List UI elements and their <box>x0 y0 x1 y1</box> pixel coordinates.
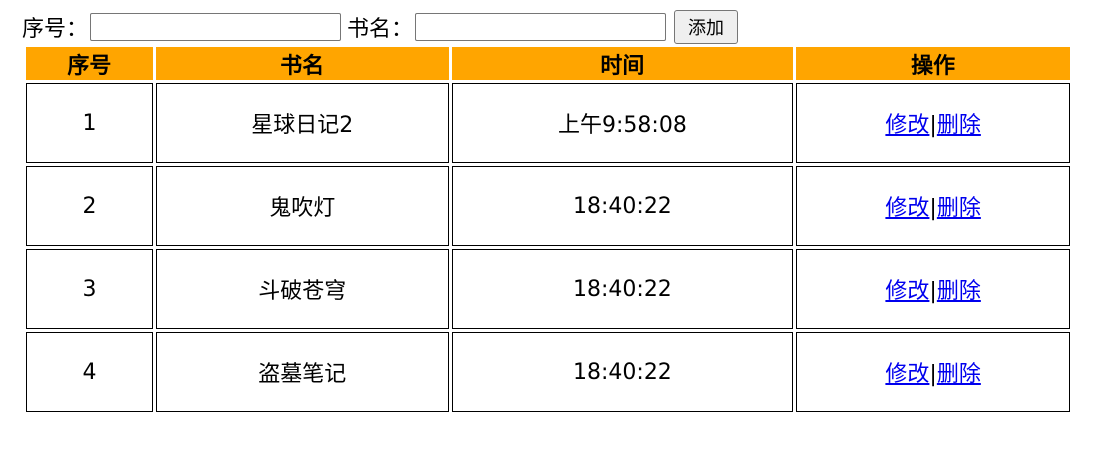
header-actions: 操作 <box>796 47 1070 80</box>
cell-index: 3 <box>26 249 153 329</box>
cell-actions: 修改|删除 <box>796 249 1070 329</box>
delete-link[interactable]: 删除 <box>937 362 981 387</box>
cell-name: 星球日记2 <box>155 83 449 163</box>
header-name: 书名 <box>155 47 449 80</box>
index-label: 序号： <box>22 17 89 42</box>
header-index: 序号 <box>26 47 153 80</box>
add-book-form: 序号： 书名： 添加 <box>22 9 739 45</box>
cell-name: 鬼吹灯 <box>155 166 449 246</box>
header-time: 时间 <box>451 47 794 80</box>
table-row: 3 斗破苍穹 18:40:22 修改|删除 <box>26 249 1070 329</box>
cell-actions: 修改|删除 <box>796 332 1070 412</box>
table-row: 4 盗墓笔记 18:40:22 修改|删除 <box>26 332 1070 412</box>
edit-link[interactable]: 修改 <box>885 113 929 138</box>
name-input[interactable] <box>415 13 667 41</box>
cell-time: 18:40:22 <box>451 332 794 412</box>
books-table: 序号 书名 时间 操作 1 星球日记2 上午9:58:08 修改|删除 2 鬼吹… <box>23 44 1073 415</box>
cell-actions: 修改|删除 <box>796 83 1070 163</box>
table-row: 1 星球日记2 上午9:58:08 修改|删除 <box>26 83 1070 163</box>
cell-time: 上午9:58:08 <box>451 83 794 163</box>
delete-link[interactable]: 删除 <box>937 196 981 221</box>
cell-index: 4 <box>26 332 153 412</box>
cell-name: 盗墓笔记 <box>155 332 449 412</box>
add-button[interactable]: 添加 <box>674 10 739 44</box>
cell-time: 18:40:22 <box>451 249 794 329</box>
name-label: 书名： <box>347 17 414 42</box>
cell-actions: 修改|删除 <box>796 166 1070 246</box>
link-separator: | <box>929 279 937 304</box>
link-separator: | <box>929 113 937 138</box>
cell-name: 斗破苍穹 <box>155 249 449 329</box>
cell-index: 1 <box>26 83 153 163</box>
table-row: 2 鬼吹灯 18:40:22 修改|删除 <box>26 166 1070 246</box>
cell-index: 2 <box>26 166 153 246</box>
delete-link[interactable]: 删除 <box>937 113 981 138</box>
edit-link[interactable]: 修改 <box>885 362 929 387</box>
edit-link[interactable]: 修改 <box>885 279 929 304</box>
link-separator: | <box>929 196 937 221</box>
index-input[interactable] <box>90 13 342 41</box>
table-header-row: 序号 书名 时间 操作 <box>26 47 1070 80</box>
edit-link[interactable]: 修改 <box>885 196 929 221</box>
delete-link[interactable]: 删除 <box>937 279 981 304</box>
link-separator: | <box>929 362 937 387</box>
cell-time: 18:40:22 <box>451 166 794 246</box>
